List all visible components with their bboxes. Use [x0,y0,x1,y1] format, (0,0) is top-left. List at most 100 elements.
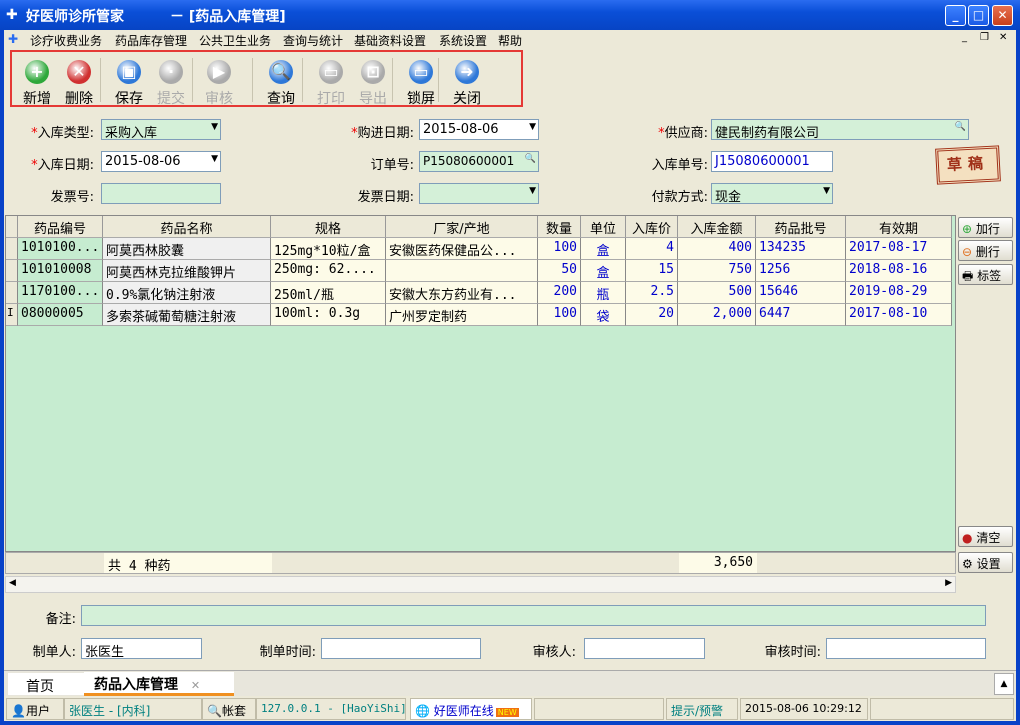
table-cell[interactable]: 盒 [581,260,626,282]
column-header[interactable]: 有效期 [846,216,952,238]
column-header[interactable]: 厂家/产地 [386,216,538,238]
table-cell[interactable]: 500 [678,282,756,304]
maximize-button[interactable]: □ [968,5,989,26]
menu-item[interactable]: 基础资料设置 [354,32,426,49]
lookup-icon[interactable]: 🔍 [525,154,536,164]
table-cell[interactable]: 2,000 [678,304,756,326]
table-cell[interactable]: 阿莫西林胶囊 [103,238,271,260]
toolbar-button-monitor[interactable]: ▭ 锁屏 [400,56,442,108]
table-cell[interactable]: 广州罗定制药 [386,304,538,326]
table-cell[interactable]: 15646 [756,282,846,304]
lookup-icon[interactable]: 🔍 [955,122,966,132]
column-header[interactable]: 药品批号 [756,216,846,238]
table-cell[interactable]: 125mg*10粒/盒 [271,238,386,260]
table-cell[interactable]: 安徽大东方药业有... [386,282,538,304]
table-cell[interactable]: 4 [626,238,678,260]
minimize-button[interactable]: _ [945,5,966,26]
table-cell[interactable]: 250ml/瓶 [271,282,386,304]
mdi-restore-button[interactable]: ❐ [980,32,989,43]
table-cell[interactable]: 400 [678,238,756,260]
audit-time-field[interactable] [826,638,986,659]
table-cell[interactable]: 2017-08-10 [846,304,952,326]
alert-link[interactable]: 提示/预警 [666,698,738,720]
table-cell[interactable]: 0.9%氯化钠注射液 [103,282,271,304]
supplier-field[interactable]: 健民制药有限公司 🔍 [711,119,969,140]
table-row[interactable]: I 08000005 多索茶碱葡萄糖注射液 100ml: 0.3g 广州罗定制药 100 袋… [6,304,952,326]
auditor-field[interactable] [584,638,705,659]
table-cell[interactable]: 2.5 [626,282,678,304]
table-cell[interactable]: 1256 [756,260,846,282]
table-cell[interactable]: 08000005 [18,304,103,326]
column-header[interactable]: 单位 [581,216,626,238]
table-cell[interactable]: 50 [538,260,581,282]
table-cell[interactable]: 101010008 [18,260,103,282]
table-row[interactable]: 101010008 阿莫西林克拉维酸钾片 250mg: 62.... 50 盒 15 750… [6,260,952,282]
menu-item[interactable]: 查询与统计 [283,32,343,49]
invoice-field[interactable] [101,183,221,204]
delete-row-button[interactable]: ⊖ 删行 [958,240,1013,261]
table-cell[interactable]: 阿莫西林克拉维酸钾片 [103,260,271,282]
table-cell[interactable]: 15 [626,260,678,282]
tab-drug-stock-in[interactable]: 药品入库管理 ✕ [84,672,234,696]
remark-field[interactable] [81,605,986,626]
menu-item[interactable]: 帮助 [498,32,522,49]
horizontal-scrollbar[interactable]: ◀ ▶ [5,576,956,593]
make-time-field[interactable] [321,638,481,659]
table-cell[interactable]: 安徽医药保健品公... [386,238,538,260]
invoice-date-picker[interactable]: ▼ [419,183,539,204]
table-cell[interactable]: 100 [538,238,581,260]
table-cell[interactable]: 瓶 [581,282,626,304]
table-cell[interactable]: 6447 [756,304,846,326]
table-cell[interactable]: 袋 [581,304,626,326]
table-cell[interactable]: 200 [538,282,581,304]
table-cell[interactable]: 134235 [756,238,846,260]
row-selector[interactable]: I [6,304,18,326]
column-header[interactable]: 数量 [538,216,581,238]
table-cell[interactable]: 2017-08-17 [846,238,952,260]
clear-button[interactable]: ● 清空 [958,526,1013,547]
tab-scroll-up-button[interactable]: ▲ [994,673,1014,695]
close-window-button[interactable]: ✕ [992,5,1013,26]
table-row[interactable]: 1170100... 0.9%氯化钠注射液 250ml/瓶 安徽大东方药业有... 20… [6,282,952,304]
menu-item[interactable]: 药品库存管理 [115,32,187,49]
row-selector[interactable] [6,238,18,260]
toolbar-button-exit[interactable]: ➜ 关闭 [446,56,488,108]
toolbar-button-floppy[interactable]: ▣ 保存 [108,56,150,108]
mdi-close-button[interactable]: ✕ [999,32,1007,43]
table-cell[interactable]: 100 [538,304,581,326]
table-cell[interactable]: 盒 [581,238,626,260]
tab-home[interactable]: 首页 [8,673,84,695]
table-cell[interactable] [386,260,538,282]
row-selector[interactable] [6,282,18,304]
column-header[interactable]: 规格 [271,216,386,238]
table-cell[interactable]: 多索茶碱葡萄糖注射液 [103,304,271,326]
table-cell[interactable]: 1170100... [18,282,103,304]
table-cell[interactable]: 100ml: 0.3g [271,304,386,326]
in-date-picker[interactable]: 2015-08-06 ▼ [101,151,221,172]
type-select[interactable]: 采购入库 ▼ [101,119,221,140]
menu-item[interactable]: 公共卫生业务 [199,32,271,49]
table-cell[interactable]: 2018-08-16 [846,260,952,282]
toolbar-button-x[interactable]: ✕ 删除 [58,56,100,108]
status-account[interactable]: 🔍帐套 [202,698,256,720]
add-row-button[interactable]: ⊕ 加行 [958,217,1013,238]
column-header[interactable]: 药品名称 [103,216,271,238]
toolbar-button-plus[interactable]: + 新增 [16,56,58,108]
label-button[interactable]: 🖶 标签 [958,264,1013,285]
scroll-right-icon[interactable]: ▶ [945,578,952,588]
table-cell[interactable]: 2019-08-29 [846,282,952,304]
mdi-minimize-button[interactable]: _ [962,32,967,43]
table-row[interactable]: 1010100... 阿莫西林胶囊 125mg*10粒/盒 安徽医药保健品公... 10… [6,238,952,260]
settings-button[interactable]: ⚙ 设置 [958,552,1013,573]
column-header[interactable]: 药品编号 [18,216,103,238]
close-tab-icon[interactable]: ✕ [191,679,200,692]
menu-item[interactable]: 诊疗收费业务 [30,32,102,49]
column-header[interactable]: 入库金额 [678,216,756,238]
pay-select[interactable]: 现金 ▼ [711,183,833,204]
menu-item[interactable]: 系统设置 [439,32,487,49]
online-link[interactable]: 🌐 好医师在线 NEW [410,698,532,720]
maker-field[interactable]: 张医生 [81,638,202,659]
table-cell[interactable]: 1010100... [18,238,103,260]
scroll-left-icon[interactable]: ◀ [9,578,16,588]
in-no-field[interactable]: J15080600001 [711,151,833,172]
